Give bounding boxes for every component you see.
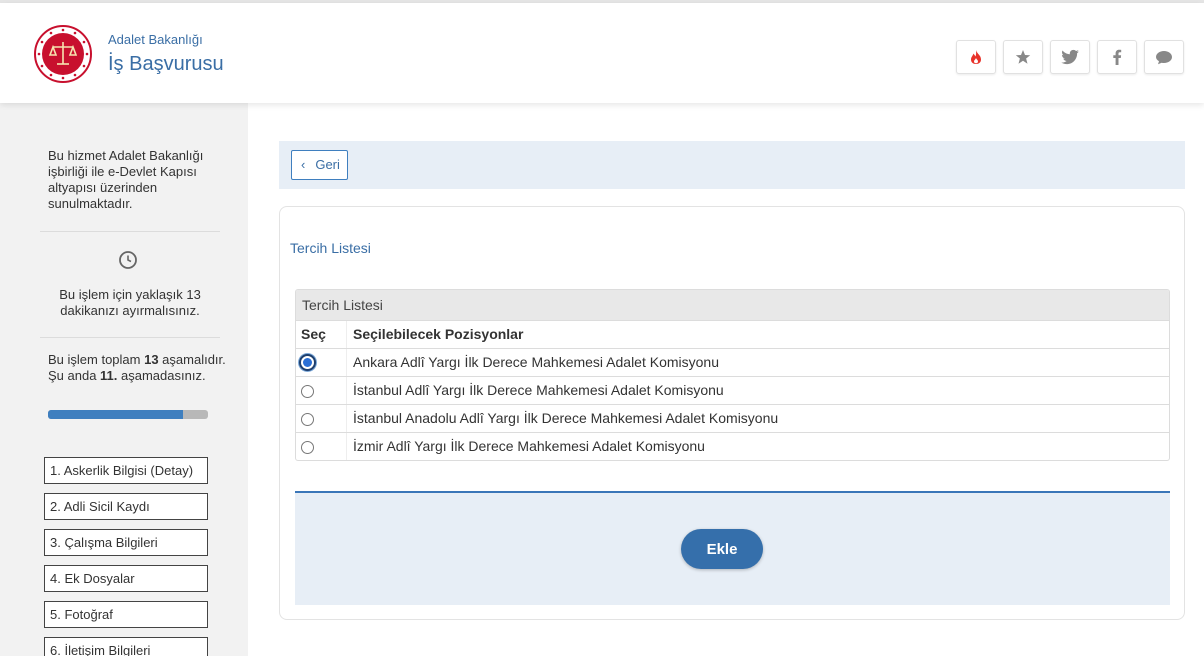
steps-suffix: aşamadasınız.: [117, 368, 206, 383]
row-radio[interactable]: [299, 354, 316, 371]
chat-icon: [1156, 51, 1172, 65]
emblem-disc: [42, 33, 84, 75]
steps-prefix: Bu işlem toplam: [48, 352, 145, 367]
facebook-icon: [1113, 49, 1122, 65]
twitter-button[interactable]: [1050, 40, 1090, 74]
table-row[interactable]: İstanbul Anadolu Adlî Yargı İlk Derece M…: [296, 404, 1169, 432]
scales-icon: [48, 42, 78, 65]
step-status-text: Bu işlem toplam 13 aşamalıdır. Şu anda 1…: [48, 352, 228, 384]
preference-card: Tercih Listesi Tercih Listesi Seç Seçile…: [279, 206, 1185, 620]
brand-service-title: İş Başvurusu: [108, 53, 224, 75]
back-button[interactable]: ‹ Geri: [291, 150, 348, 180]
popular-button[interactable]: [956, 40, 996, 74]
add-button[interactable]: Ekle: [681, 529, 763, 569]
steps-current: 11.: [100, 368, 118, 383]
column-header-positions: Seçilebilecek Pozisyonlar: [346, 321, 1169, 348]
action-panel: Ekle: [295, 491, 1170, 605]
table-row[interactable]: Ankara Adlî Yargı İlk Derece Mahkemesi A…: [296, 348, 1169, 376]
step-item-fotograf[interactable]: 5. Fotoğraf: [44, 601, 208, 628]
twitter-icon: [1061, 49, 1079, 65]
flame-icon: [971, 50, 981, 64]
facebook-button[interactable]: [1097, 40, 1137, 74]
clock-icon: [119, 251, 137, 269]
position-label: İzmir Adlî Yargı İlk Derece Mahkemesi Ad…: [346, 433, 1169, 460]
row-radio[interactable]: [301, 413, 314, 426]
position-label: Ankara Adlî Yargı İlk Derece Mahkemesi A…: [346, 349, 1169, 376]
chevron-left-icon: ‹: [301, 157, 306, 172]
sidebar-divider: [40, 337, 220, 338]
select-cell: [296, 377, 346, 404]
step-item-calisma[interactable]: 3. Çalışma Bilgileri: [44, 529, 208, 556]
select-cell: [296, 433, 346, 460]
sidebar: Bu hizmet Adalet Bakanlığı işbirliği ile…: [0, 103, 248, 656]
estimated-time-text: Bu işlem için yaklaşık 13 dakikanızı ayı…: [59, 287, 201, 318]
table-caption: Tercih Listesi: [296, 290, 1169, 320]
back-bar: ‹ Geri: [279, 141, 1185, 189]
table-header-row: Seç Seçilebilecek Pozisyonlar: [296, 320, 1169, 348]
header-actions: [956, 40, 1184, 74]
progress-bar: [48, 410, 208, 419]
star-icon: [1015, 50, 1031, 64]
header: Adalet Bakanlığı İş Başvurusu: [0, 3, 1204, 103]
steps-total: 13: [144, 352, 159, 367]
favorite-button[interactable]: [1003, 40, 1043, 74]
position-label: İstanbul Adlî Yargı İlk Derece Mahkemesi…: [346, 377, 1169, 404]
brand-ministry: Adalet Bakanlığı: [108, 32, 203, 47]
position-label: İstanbul Anadolu Adlî Yargı İlk Derece M…: [346, 405, 1169, 432]
select-cell: [296, 405, 346, 432]
step-item-adli-sicil[interactable]: 2. Adli Sicil Kaydı: [44, 493, 208, 520]
card-title: Tercih Listesi: [290, 240, 371, 256]
row-radio[interactable]: [301, 385, 314, 398]
select-cell: [296, 349, 346, 376]
sidebar-divider: [40, 231, 220, 232]
step-list: 1. Askerlik Bilgisi (Detay) 2. Adli Sici…: [44, 457, 208, 656]
step-item-iletisim[interactable]: 6. İletişim Bilgileri: [44, 637, 208, 656]
preference-table: Tercih Listesi Seç Seçilebilecek Pozisyo…: [295, 289, 1170, 461]
ministry-logo[interactable]: [34, 25, 92, 83]
table-row[interactable]: İstanbul Adlî Yargı İlk Derece Mahkemesi…: [296, 376, 1169, 404]
back-button-label: Geri: [315, 157, 340, 172]
step-item-askerlik[interactable]: 1. Askerlik Bilgisi (Detay): [44, 457, 208, 484]
feedback-button[interactable]: [1144, 40, 1184, 74]
step-item-ek-dosyalar[interactable]: 4. Ek Dosyalar: [44, 565, 208, 592]
progress-fill: [48, 410, 184, 419]
row-radio[interactable]: [301, 441, 314, 454]
service-info-text: Bu hizmet Adalet Bakanlığı işbirliği ile…: [48, 148, 204, 211]
column-header-select: Seç: [301, 326, 326, 342]
table-row[interactable]: İzmir Adlî Yargı İlk Derece Mahkemesi Ad…: [296, 432, 1169, 460]
